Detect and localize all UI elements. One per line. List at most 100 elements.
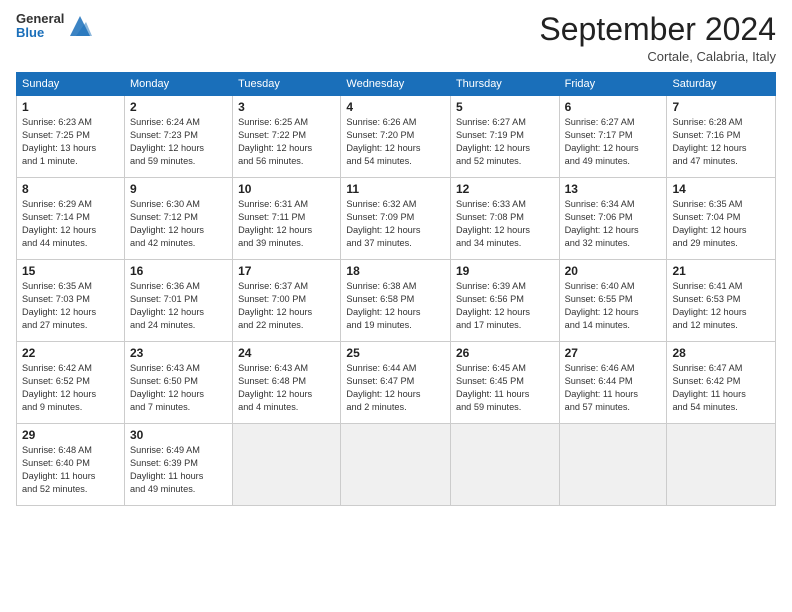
calendar-table: Sunday Monday Tuesday Wednesday Thursday… [16,72,776,506]
day-cell: 2 Sunrise: 6:24 AM Sunset: 7:23 PM Daylig… [124,96,232,178]
day-cell: 4 Sunrise: 6:26 AM Sunset: 7:20 PM Daylig… [341,96,451,178]
day-cell: 5Sunrise: 6:27 AM Sunset: 7:19 PM Daylig… [450,96,559,178]
title-block: September 2024 Cortale, Calabria, Italy [539,12,776,64]
day-detail: Sunrise: 6:39 AM Sunset: 6:56 PM Dayligh… [456,280,554,332]
logo: General Blue [16,12,94,41]
logo-icon [66,12,94,40]
day-detail: Sunrise: 6:38 AM Sunset: 6:58 PM Dayligh… [346,280,445,332]
day-number: 27 [565,346,662,360]
day-cell: 14 Sunrise: 6:35 AM Sunset: 7:04 PM Dayli… [667,178,776,260]
day-cell: 23Sunrise: 6:43 AM Sunset: 6:50 PM Dayli… [124,342,232,424]
day-number: 2 [130,100,227,114]
day-number: 4 [346,100,445,114]
day-detail: Sunrise: 6:45 AM Sunset: 6:45 PM Dayligh… [456,362,554,414]
day-cell: 24 Sunrise: 6:43 AM Sunset: 6:48 PM Dayli… [233,342,341,424]
day-cell: 21 Sunrise: 6:41 AM Sunset: 6:53 PM Dayli… [667,260,776,342]
day-number: 10 [238,182,335,196]
col-friday: Friday [559,73,667,96]
day-detail: Sunrise: 6:37 AM Sunset: 7:00 PM Dayligh… [238,280,335,332]
day-cell: 22Sunrise: 6:42 AM Sunset: 6:52 PM Dayli… [17,342,125,424]
day-cell: 11Sunrise: 6:32 AM Sunset: 7:09 PM Dayli… [341,178,451,260]
col-monday: Monday [124,73,232,96]
calendar-week-row: 15 Sunrise: 6:35 AM Sunset: 7:03 PM Dayli… [17,260,776,342]
day-cell: 9 Sunrise: 6:30 AM Sunset: 7:12 PM Daylig… [124,178,232,260]
day-number: 21 [672,264,770,278]
calendar-header-row: Sunday Monday Tuesday Wednesday Thursday… [17,73,776,96]
logo-text: General Blue [16,12,64,41]
col-saturday: Saturday [667,73,776,96]
day-cell: 15 Sunrise: 6:35 AM Sunset: 7:03 PM Dayli… [17,260,125,342]
day-detail: Sunrise: 6:44 AM Sunset: 6:47 PM Dayligh… [346,362,445,414]
day-detail: Sunrise: 6:30 AM Sunset: 7:12 PM Dayligh… [130,198,227,250]
day-number: 12 [456,182,554,196]
day-detail: Sunrise: 6:41 AM Sunset: 6:53 PM Dayligh… [672,280,770,332]
day-detail: Sunrise: 6:24 AM Sunset: 7:23 PM Dayligh… [130,116,227,168]
day-number: 26 [456,346,554,360]
day-cell: 10 Sunrise: 6:31 AM Sunset: 7:11 PM Dayli… [233,178,341,260]
day-cell: 13 Sunrise: 6:34 AM Sunset: 7:06 PM Dayli… [559,178,667,260]
day-number: 13 [565,182,662,196]
day-detail: Sunrise: 6:43 AM Sunset: 6:48 PM Dayligh… [238,362,335,414]
day-number: 15 [22,264,119,278]
day-detail: Sunrise: 6:32 AM Sunset: 7:09 PM Dayligh… [346,198,445,250]
day-number: 22 [22,346,119,360]
day-number: 3 [238,100,335,114]
day-cell: 18 Sunrise: 6:38 AM Sunset: 6:58 PM Dayli… [341,260,451,342]
day-cell: 28 Sunrise: 6:47 AM Sunset: 6:42 PM Dayli… [667,342,776,424]
day-cell: 17 Sunrise: 6:37 AM Sunset: 7:00 PM Dayli… [233,260,341,342]
day-number: 23 [130,346,227,360]
day-cell: 16 Sunrise: 6:36 AM Sunset: 7:01 PM Dayli… [124,260,232,342]
day-number: 14 [672,182,770,196]
day-detail: Sunrise: 6:23 AM Sunset: 7:25 PM Dayligh… [22,116,119,168]
day-number: 9 [130,182,227,196]
day-detail: Sunrise: 6:48 AM Sunset: 6:40 PM Dayligh… [22,444,119,496]
day-number: 30 [130,428,227,442]
day-detail: Sunrise: 6:27 AM Sunset: 7:17 PM Dayligh… [565,116,662,168]
day-detail: Sunrise: 6:34 AM Sunset: 7:06 PM Dayligh… [565,198,662,250]
calendar-week-row: 29 Sunrise: 6:48 AM Sunset: 6:40 PM Dayli… [17,424,776,506]
calendar-week-row: 22Sunrise: 6:42 AM Sunset: 6:52 PM Dayli… [17,342,776,424]
day-cell: 19 Sunrise: 6:39 AM Sunset: 6:56 PM Dayli… [450,260,559,342]
day-number: 16 [130,264,227,278]
day-detail: Sunrise: 6:47 AM Sunset: 6:42 PM Dayligh… [672,362,770,414]
day-number: 25 [346,346,445,360]
day-number: 1 [22,100,119,114]
day-detail: Sunrise: 6:46 AM Sunset: 6:44 PM Dayligh… [565,362,662,414]
empty-cell [450,424,559,506]
day-number: 28 [672,346,770,360]
day-number: 29 [22,428,119,442]
col-wednesday: Wednesday [341,73,451,96]
day-number: 20 [565,264,662,278]
empty-cell [559,424,667,506]
day-detail: Sunrise: 6:36 AM Sunset: 7:01 PM Dayligh… [130,280,227,332]
day-cell: 7 Sunrise: 6:28 AM Sunset: 7:16 PM Daylig… [667,96,776,178]
day-detail: Sunrise: 6:28 AM Sunset: 7:16 PM Dayligh… [672,116,770,168]
day-number: 19 [456,264,554,278]
calendar-week-row: 1 Sunrise: 6:23 AM Sunset: 7:25 PM Daylig… [17,96,776,178]
page-container: General Blue September 2024 Cortale, Cal… [0,0,792,514]
logo-general: General [16,12,64,26]
empty-cell [341,424,451,506]
logo-blue: Blue [16,26,64,40]
day-detail: Sunrise: 6:40 AM Sunset: 6:55 PM Dayligh… [565,280,662,332]
day-detail: Sunrise: 6:35 AM Sunset: 7:04 PM Dayligh… [672,198,770,250]
day-detail: Sunrise: 6:26 AM Sunset: 7:20 PM Dayligh… [346,116,445,168]
day-number: 17 [238,264,335,278]
day-detail: Sunrise: 6:27 AM Sunset: 7:19 PM Dayligh… [456,116,554,168]
day-cell: 12 Sunrise: 6:33 AM Sunset: 7:08 PM Dayli… [450,178,559,260]
day-detail: Sunrise: 6:33 AM Sunset: 7:08 PM Dayligh… [456,198,554,250]
day-cell: 20 Sunrise: 6:40 AM Sunset: 6:55 PM Dayli… [559,260,667,342]
header: General Blue September 2024 Cortale, Cal… [16,12,776,64]
month-title: September 2024 [539,12,776,47]
day-cell: 6Sunrise: 6:27 AM Sunset: 7:17 PM Daylig… [559,96,667,178]
day-number: 7 [672,100,770,114]
day-detail: Sunrise: 6:35 AM Sunset: 7:03 PM Dayligh… [22,280,119,332]
day-number: 24 [238,346,335,360]
day-number: 18 [346,264,445,278]
day-cell: 25 Sunrise: 6:44 AM Sunset: 6:47 PM Dayli… [341,342,451,424]
empty-cell [233,424,341,506]
day-cell: 27 Sunrise: 6:46 AM Sunset: 6:44 PM Dayli… [559,342,667,424]
day-detail: Sunrise: 6:31 AM Sunset: 7:11 PM Dayligh… [238,198,335,250]
day-cell: 8Sunrise: 6:29 AM Sunset: 7:14 PM Daylig… [17,178,125,260]
day-cell: 29 Sunrise: 6:48 AM Sunset: 6:40 PM Dayli… [17,424,125,506]
